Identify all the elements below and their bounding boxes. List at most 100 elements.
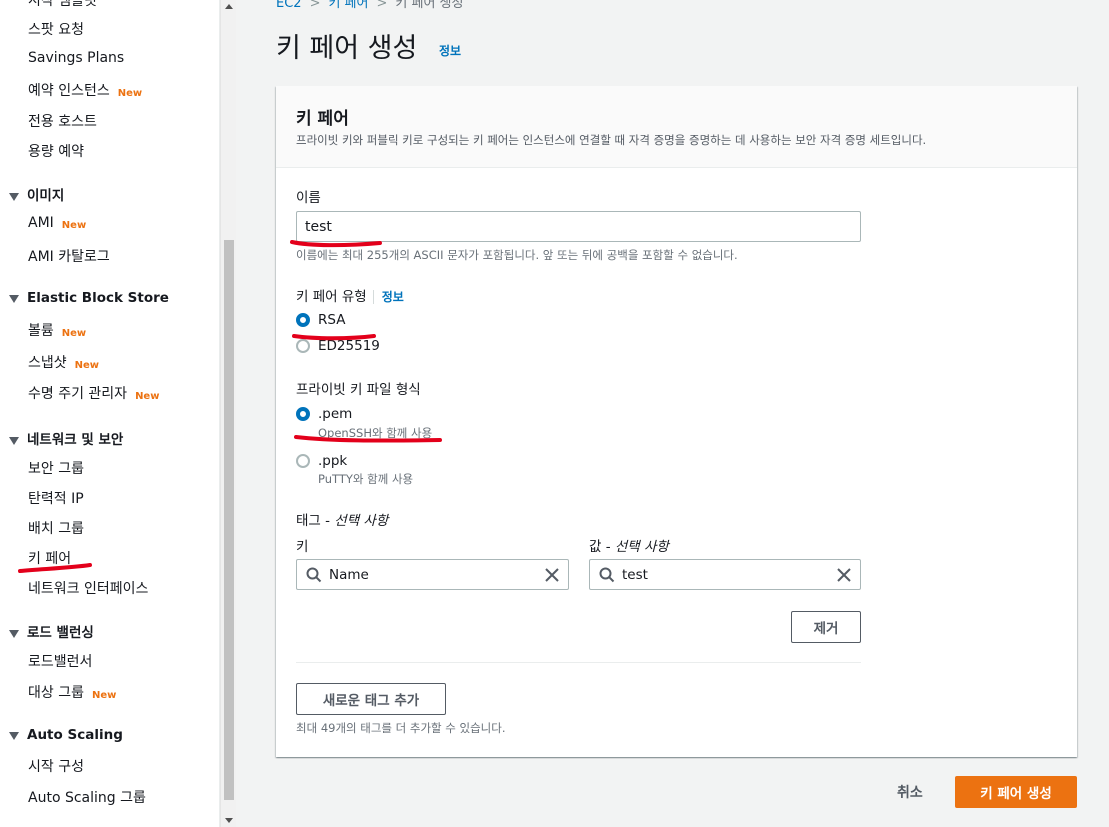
sidebar-item-auto-scaling-groups[interactable]: Auto Scaling 그룹: [28, 787, 146, 807]
tags-label: 태그 - 선택 사항: [296, 509, 388, 529]
sidebar-item-label: 배치 그룹: [28, 521, 84, 537]
sidebar-item-label: 스냅샷: [28, 355, 67, 371]
sidebar-item-label: 키 페어: [28, 551, 72, 567]
sidebar-section-title: 네트워크 및 보안: [27, 432, 124, 448]
sidebar-item-reserved-instances[interactable]: 예약 인스턴스 New: [28, 80, 142, 100]
sidebar-item-key-pairs[interactable]: 키 페어: [28, 548, 71, 568]
ppk-description: PuTTY와 함께 사용: [318, 472, 414, 486]
scrollbar-thumb[interactable]: [224, 240, 234, 800]
sidebar-item-security-groups[interactable]: 보안 그룹: [28, 458, 84, 478]
sidebar-item-elastic-ips[interactable]: 탄력적 IP: [28, 488, 84, 508]
sidebar-item-label: 시작 템플릿: [28, 0, 97, 9]
key-pair-panel: 키 페어 프라이빗 키와 퍼블릭 키로 구성되는 키 페어는 인스턴스에 연결할…: [276, 86, 1077, 757]
sidebar-section-load-balancing[interactable]: 로드 밸런싱: [9, 621, 94, 641]
page-title: 키 페어 생성: [276, 33, 418, 64]
sidebar-item-label: 로드밸런서: [28, 654, 93, 670]
pem-description: OpenSSH와 함께 사용: [318, 426, 433, 440]
sidebar-item-network-interfaces[interactable]: 네트워크 인터페이스: [28, 578, 148, 598]
sidebar-item-lifecycle-manager[interactable]: 수명 주기 관리자 New: [28, 383, 159, 403]
name-input[interactable]: [296, 211, 861, 242]
radio-ed25519-label: ED25519: [318, 338, 380, 354]
radio-pem[interactable]: .pem: [296, 406, 352, 422]
radio-checked-icon[interactable]: [296, 313, 310, 327]
sidebar-scrollbar[interactable]: [220, 0, 236, 827]
sidebar-item-dedicated-hosts[interactable]: 전용 호스트: [28, 111, 97, 131]
tags-label-text: 태그 -: [296, 513, 335, 529]
radio-unchecked-icon[interactable]: [296, 339, 310, 353]
sidebar-item-launch-configurations[interactable]: 시작 구성: [28, 756, 84, 776]
cancel-button[interactable]: 취소: [897, 782, 923, 802]
sidebar-section-network-security[interactable]: 네트워크 및 보안: [9, 428, 123, 448]
sidebar-item-placement-groups[interactable]: 배치 그룹: [28, 518, 84, 538]
new-badge: New: [91, 690, 117, 701]
breadcrumb-current: 키 페어 생성: [395, 0, 464, 11]
sidebar-section-images[interactable]: 이미지: [9, 184, 64, 204]
tags-hint: 최대 49개의 태그를 더 추가할 수 있습니다.: [296, 721, 506, 735]
tag-value-value: test: [622, 567, 648, 583]
tags-optional-text: 선택 사항: [334, 513, 389, 529]
sidebar-item-label: 전용 호스트: [28, 114, 97, 130]
add-tag-button[interactable]: 새로운 태그 추가: [296, 683, 446, 715]
tag-key-label: 키: [296, 539, 309, 555]
breadcrumb-ec2[interactable]: EC2: [276, 0, 302, 11]
radio-rsa-label: RSA: [318, 312, 346, 328]
caret-down-icon: [9, 193, 19, 201]
radio-ppk[interactable]: .ppk: [296, 453, 347, 469]
radio-ppk-label: .ppk: [318, 453, 348, 469]
sidebar-item-snapshots[interactable]: 스냅샷 New: [28, 352, 99, 372]
caret-down-icon: [9, 630, 19, 638]
sidebar-item-label: Savings Plans: [28, 50, 125, 66]
tag-value-label-text: 값 -: [589, 539, 615, 555]
radio-unchecked-icon[interactable]: [296, 454, 310, 468]
new-badge: New: [117, 88, 143, 99]
sidebar-section-auto-scaling[interactable]: Auto Scaling: [9, 727, 123, 743]
sidebar-section-ebs[interactable]: Elastic Block Store: [9, 290, 169, 306]
caret-down-icon: [9, 437, 19, 445]
remove-tag-button[interactable]: 제거: [791, 611, 861, 643]
sidebar-item-label: 보안 그룹: [28, 461, 84, 477]
key-type-label: 키 페어 유형 정보: [296, 285, 404, 305]
sidebar-item-label: 대상 그룹: [28, 685, 84, 701]
create-key-pair-button[interactable]: 키 페어 생성: [955, 776, 1077, 808]
sidebar-item-spot-requests[interactable]: 스팟 요청: [28, 19, 84, 39]
caret-down-icon: [9, 295, 19, 303]
new-badge: New: [74, 360, 100, 371]
radio-ed25519[interactable]: ED25519: [296, 338, 380, 354]
new-badge: New: [61, 220, 87, 231]
caret-down-icon: [9, 732, 19, 740]
page-info-link[interactable]: 정보: [439, 42, 461, 59]
name-hint: 이름에는 최대 255개의 ASCII 문자가 포함됩니다. 앞 또는 뒤에 공…: [296, 248, 738, 262]
sidebar-item-label: Auto Scaling 그룹: [28, 790, 146, 806]
sidebar-item-label: 용량 예약: [28, 144, 84, 160]
chevron-right-icon: >: [376, 0, 388, 11]
sidebar-section-title: Auto Scaling: [27, 727, 123, 743]
sidebar-item-label: AMI: [28, 215, 54, 231]
close-icon[interactable]: [544, 567, 560, 583]
sidebar-item-target-groups[interactable]: 대상 그룹 New: [28, 682, 116, 702]
name-label: 이름: [296, 190, 321, 206]
sidebar-item-capacity-reservations[interactable]: 용량 예약: [28, 141, 84, 161]
breadcrumb-key-pairs[interactable]: 키 페어: [328, 0, 368, 11]
sidebar-item-ami[interactable]: AMI New: [28, 215, 86, 231]
tag-key-input[interactable]: Name: [296, 559, 569, 590]
sidebar-item-label: 수명 주기 관리자: [28, 386, 128, 402]
sidebar-item-savings-plans[interactable]: Savings Plans: [28, 50, 124, 66]
panel-title: 키 페어: [296, 109, 349, 129]
divider: [296, 662, 861, 663]
radio-checked-icon[interactable]: [296, 407, 310, 421]
close-icon[interactable]: [836, 567, 852, 583]
key-type-label-text: 키 페어 유형: [296, 289, 367, 305]
sidebar-item-volumes[interactable]: 볼륨 New: [28, 320, 86, 340]
radio-rsa[interactable]: RSA: [296, 312, 345, 328]
panel-header: 키 페어 프라이빗 키와 퍼블릭 키로 구성되는 키 페어는 인스턴스에 연결할…: [276, 86, 1077, 168]
sidebar-section-title: 로드 밸런싱: [27, 625, 94, 641]
sidebar-item-ami-catalog[interactable]: AMI 카탈로그: [28, 246, 110, 266]
sidebar-item-label: 네트워크 인터페이스: [28, 581, 149, 597]
key-type-info-link[interactable]: 정보: [372, 290, 404, 304]
scroll-down-arrow-icon[interactable]: [225, 818, 233, 823]
sidebar-item-launch-templates[interactable]: 시작 템플릿: [28, 0, 97, 10]
sidebar-item-load-balancers[interactable]: 로드밸런서: [28, 651, 92, 671]
sidebar-item-label: AMI 카탈로그: [28, 249, 110, 265]
tag-value-input[interactable]: test: [589, 559, 861, 590]
scroll-up-arrow-icon[interactable]: [225, 4, 233, 9]
